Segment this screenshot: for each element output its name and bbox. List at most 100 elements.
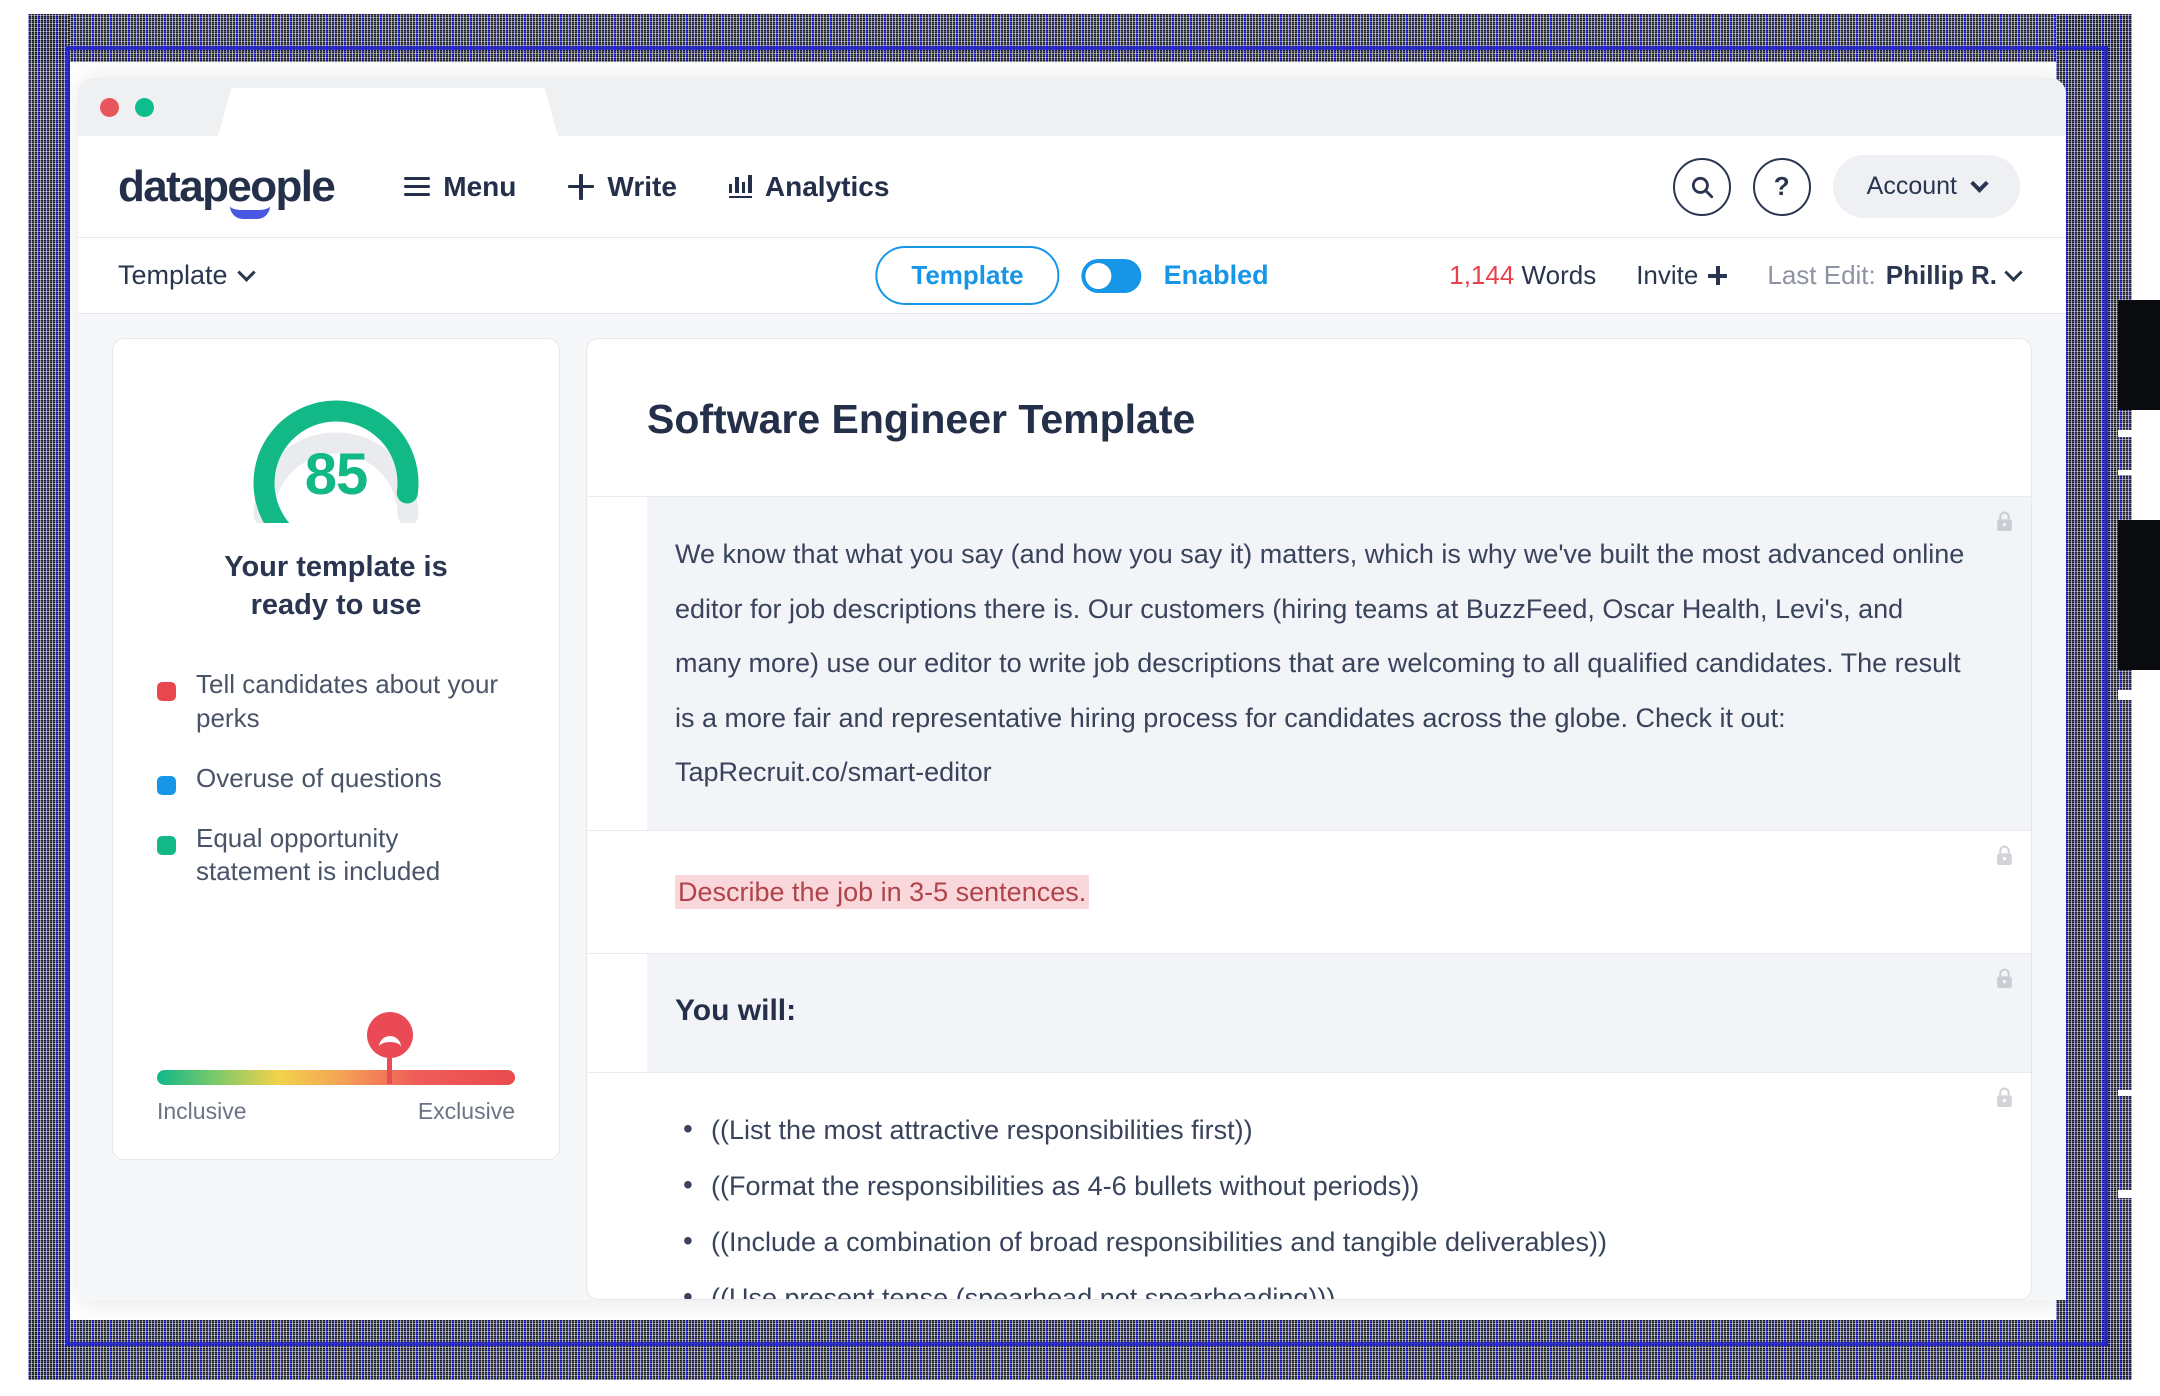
status-dot — [157, 682, 176, 701]
enabled-toggle[interactable] — [1082, 259, 1142, 293]
glitch-streak — [2118, 1190, 2160, 1198]
template-mode-label: Template — [911, 260, 1023, 290]
window-controls[interactable] — [78, 98, 154, 117]
noise-band-left — [28, 14, 70, 1380]
glitch-block — [2118, 300, 2160, 410]
slider-stem — [387, 1058, 392, 1084]
status-dot — [157, 776, 176, 795]
list-item[interactable]: Equal opportunity statement is included — [157, 822, 515, 889]
slider-label-left: Inclusive — [157, 1098, 246, 1125]
list-item[interactable]: Overuse of questions — [157, 762, 515, 795]
score-panel: 85 Your template is ready to use Tell ca… — [112, 338, 560, 1160]
template-mode-chip[interactable]: Template — [875, 246, 1059, 305]
score-gauge: 85 — [236, 383, 436, 523]
lock-icon — [1996, 845, 2013, 866]
doc-block-bullets[interactable]: ((List the most attractive responsibilit… — [587, 1073, 2031, 1300]
list-item: ((List the most attractive responsibilit… — [675, 1113, 1971, 1148]
window-title-bar — [78, 78, 2066, 136]
doc-block-paragraph[interactable]: We know that what you say (and how you s… — [587, 497, 2031, 831]
header-actions: ? Account — [1673, 155, 2020, 218]
block-gutter — [587, 497, 647, 830]
browser-window: datapeople Menu Write Analytics ? — [78, 78, 2066, 1300]
block-body[interactable]: ((List the most attractive responsibilit… — [647, 1073, 2031, 1300]
slider-label-right: Exclusive — [418, 1098, 515, 1125]
template-type-dropdown[interactable]: Template — [118, 260, 253, 291]
editor-toolbar: Template Template Enabled 1,144 Words In… — [78, 238, 2066, 314]
doc-block-highlight[interactable]: Describe the job in 3-5 sentences. — [587, 831, 2031, 955]
score-title-line-1: Your template is — [224, 549, 447, 587]
nav-item-analytics[interactable]: Analytics — [729, 171, 890, 203]
account-label: Account — [1867, 172, 1957, 201]
close-window-dot[interactable] — [100, 98, 119, 117]
nav-item-write[interactable]: Write — [568, 171, 677, 203]
account-menu-button[interactable]: Account — [1833, 155, 2020, 218]
hamburger-icon — [404, 177, 430, 196]
glitch-block — [2118, 520, 2160, 670]
noise-band-bottom — [28, 1320, 2132, 1380]
last-edit-user: Phillip R. — [1886, 260, 1997, 291]
block-body[interactable]: Describe the job in 3-5 sentences. — [647, 831, 2031, 954]
block-gutter — [587, 954, 647, 1072]
page-title[interactable]: Software Engineer Template — [587, 339, 2031, 497]
block-gutter — [587, 831, 647, 954]
bar-chart-icon — [729, 176, 752, 198]
chevron-down-icon — [237, 263, 255, 281]
block-body[interactable]: You will: — [647, 954, 2031, 1072]
play-caret-icon — [399, 457, 414, 479]
paragraph-text: We know that what you say (and how you s… — [675, 527, 1971, 800]
enabled-toggle-label: Enabled — [1164, 260, 1269, 291]
logo-text: datapeople — [118, 162, 334, 211]
lock-icon — [1996, 511, 2013, 532]
last-edit-dropdown[interactable]: Last Edit: Phillip R. — [1767, 260, 2020, 291]
block-gutter — [587, 1073, 647, 1300]
score-title-line-2: ready to use — [224, 587, 447, 625]
issue-label: Overuse of questions — [196, 762, 442, 795]
invite-button[interactable]: Invite — [1636, 260, 1727, 291]
glitch-streak — [2118, 690, 2160, 700]
issue-label: Equal opportunity statement is included — [196, 822, 515, 889]
plus-icon — [568, 174, 594, 200]
chevron-down-icon — [2004, 263, 2022, 281]
word-count-number: 1,144 — [1449, 260, 1514, 290]
smile-icon — [230, 206, 270, 219]
nav-item-write-label: Write — [607, 171, 677, 203]
block-body[interactable]: We know that what you say (and how you s… — [647, 497, 2031, 830]
plus-icon — [1708, 266, 1727, 285]
main-content: 85 Your template is ready to use Tell ca… — [78, 314, 2066, 1300]
nav-item-menu-label: Menu — [443, 171, 516, 203]
blue-edge-right — [2104, 46, 2108, 1346]
issue-list: Tell candidates about your perks Overuse… — [157, 668, 515, 915]
bullet-list: ((List the most attractive responsibilit… — [675, 1113, 1971, 1300]
slider-labels: Inclusive Exclusive — [157, 1098, 515, 1125]
frown-mouth — [379, 1036, 401, 1047]
glitch-streak — [2118, 1090, 2160, 1096]
search-button[interactable] — [1673, 158, 1731, 216]
chevron-down-icon — [1970, 174, 1988, 192]
template-type-label: Template — [118, 260, 228, 291]
issue-label: Tell candidates about your perks — [196, 668, 515, 735]
doc-block-heading[interactable]: You will: — [587, 954, 2031, 1073]
score-title: Your template is ready to use — [224, 549, 447, 624]
app-header: datapeople Menu Write Analytics ? — [78, 136, 2066, 238]
nav-item-menu[interactable]: Menu — [404, 171, 516, 203]
glitch-streak — [2118, 430, 2160, 437]
blue-edge-top — [66, 46, 2108, 50]
list-item[interactable]: Tell candidates about your perks — [157, 668, 515, 735]
search-icon — [1689, 174, 1715, 200]
section-heading: You will: — [675, 994, 1971, 1028]
inclusivity-slider[interactable]: Inclusive Exclusive — [157, 1070, 515, 1125]
list-item: ((Format the responsibilities as 4-6 bul… — [675, 1169, 1971, 1204]
browser-tab[interactable] — [218, 88, 558, 136]
maximize-window-dot[interactable] — [135, 98, 154, 117]
word-count-label: Words — [1522, 260, 1597, 290]
slider-handle[interactable] — [367, 1012, 413, 1084]
flagged-text: Describe the job in 3-5 sentences. — [675, 875, 1089, 909]
lock-icon — [1996, 968, 2013, 989]
slider-track[interactable] — [157, 1070, 515, 1085]
status-dot — [157, 836, 176, 855]
frown-face-icon — [367, 1012, 413, 1058]
document-editor: Software Engineer Template We know that … — [586, 338, 2032, 1300]
noise-band-top — [28, 14, 2132, 62]
datapeople-logo[interactable]: datapeople — [118, 165, 334, 209]
help-button[interactable]: ? — [1753, 158, 1811, 216]
